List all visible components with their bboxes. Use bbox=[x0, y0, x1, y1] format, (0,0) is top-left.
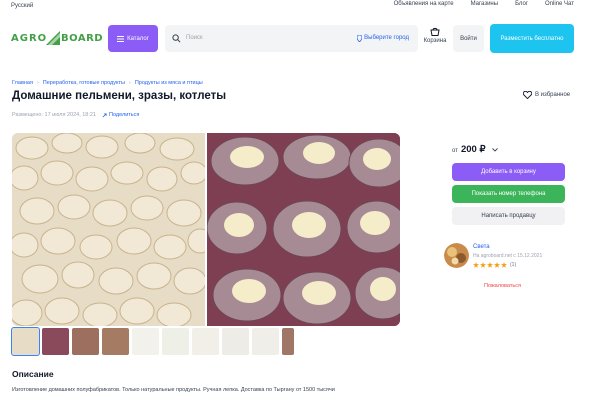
seller-since: На agroboard.net с 15.12.2021 bbox=[473, 253, 543, 259]
logo[interactable]: AGRO BOARD bbox=[11, 30, 103, 48]
breadcrumb: Главная › Переработка, готовые продукты … bbox=[12, 80, 203, 86]
complain-link[interactable]: Пожаловаться bbox=[484, 283, 521, 289]
favorite-button[interactable]: В избранное bbox=[523, 91, 570, 99]
top-links: Объявления на карте Магазины Блог Online… bbox=[394, 1, 574, 7]
avatar[interactable] bbox=[444, 243, 469, 268]
breadcrumb-separator: › bbox=[128, 80, 131, 86]
dumplings-photo[interactable] bbox=[12, 133, 205, 326]
thumbnail[interactable] bbox=[42, 328, 69, 355]
breadcrumb-item-meat-products[interactable]: Продукты из мяса и птицы bbox=[135, 80, 203, 86]
menu-icon bbox=[117, 35, 125, 42]
message-seller-button[interactable]: Написать продавцу bbox=[452, 207, 565, 225]
thumbnail[interactable] bbox=[102, 328, 129, 355]
city-selector[interactable]: Выберите город bbox=[357, 35, 409, 42]
share-label: Поделиться bbox=[109, 112, 140, 118]
description-text: Изготовление домашних полуфабрикатов. То… bbox=[12, 387, 335, 393]
post-ad-label: Разместить бесплатно bbox=[500, 35, 564, 42]
page-title: Домашние пельмени, зразы, котлеты bbox=[12, 90, 227, 102]
search-bar[interactable]: Поиск Выберите город bbox=[165, 25, 418, 52]
cart-icon bbox=[430, 27, 440, 36]
location-pin-icon bbox=[357, 35, 363, 42]
post-ad-button[interactable]: Разместить бесплатно bbox=[490, 24, 574, 53]
seller-rating: (1) bbox=[473, 262, 516, 268]
share-icon bbox=[102, 112, 107, 117]
breadcrumb-item-processing[interactable]: Переработка, готовые продукты bbox=[43, 80, 125, 86]
photo-gallery[interactable] bbox=[12, 133, 400, 326]
star-icon bbox=[501, 262, 507, 268]
thumbnail[interactable] bbox=[252, 328, 279, 355]
thumbnail[interactable] bbox=[162, 328, 189, 355]
logo-text-left: AGRO bbox=[11, 33, 48, 44]
header: AGRO BOARD Каталог Поиск Выберите город bbox=[0, 20, 596, 56]
price-card: от 200 ₽ Добавить в корзину Показать ном… bbox=[444, 133, 574, 229]
login-label: Войти bbox=[460, 35, 477, 42]
thumbnail[interactable] bbox=[132, 328, 159, 355]
search-icon bbox=[172, 34, 181, 43]
add-to-cart-button[interactable]: Добавить в корзину bbox=[452, 163, 565, 181]
link-online-chat[interactable]: Online Чат bbox=[545, 1, 574, 7]
logo-leaf-icon bbox=[46, 31, 60, 45]
search-input[interactable]: Поиск bbox=[186, 35, 203, 41]
top-bar: Русский Объявления на карте Магазины Бло… bbox=[0, 0, 596, 12]
price-prefix: от bbox=[452, 148, 458, 154]
thumbnail[interactable] bbox=[222, 328, 249, 355]
catalog-label: Каталог bbox=[127, 35, 149, 42]
thumbnail[interactable] bbox=[192, 328, 219, 355]
listing-meta: Размещено: 17 июля 2024, 18:21 Поделитьс… bbox=[12, 112, 139, 118]
logo-text-right: BOARD bbox=[61, 33, 104, 44]
description-heading: Описание bbox=[12, 369, 54, 379]
show-phone-button[interactable]: Показать номер телефона bbox=[452, 185, 565, 203]
chevron-down-icon[interactable] bbox=[491, 148, 498, 152]
link-shops[interactable]: Магазины bbox=[471, 1, 498, 7]
seller-info: Света На agroboard.net с 15.12.2021 (1) bbox=[444, 243, 574, 273]
star-icon bbox=[480, 262, 486, 268]
heart-icon bbox=[523, 91, 532, 99]
price-amount: 200 ₽ bbox=[460, 144, 486, 155]
language-selector[interactable]: Русский bbox=[11, 3, 33, 9]
zrazy-with-cheese-photo[interactable] bbox=[207, 133, 400, 326]
thumbnail-strip bbox=[11, 327, 294, 356]
thumbnail[interactable] bbox=[11, 327, 40, 356]
cart-label: Корзина bbox=[423, 38, 447, 44]
star-icon bbox=[487, 262, 493, 268]
review-count[interactable]: (1) bbox=[510, 262, 516, 268]
cart-button[interactable]: Корзина bbox=[421, 27, 449, 51]
breadcrumb-separator: › bbox=[36, 80, 39, 86]
link-blog[interactable]: Блог bbox=[515, 1, 528, 7]
city-label: Выберите город bbox=[364, 35, 409, 41]
breadcrumb-item-home[interactable]: Главная bbox=[12, 80, 33, 86]
link-map-ads[interactable]: Объявления на карте bbox=[394, 1, 454, 7]
catalog-button[interactable]: Каталог bbox=[108, 25, 158, 52]
price: от 200 ₽ bbox=[452, 144, 498, 155]
thumbnail[interactable] bbox=[72, 328, 99, 355]
star-icon bbox=[494, 262, 500, 268]
seller-name[interactable]: Света bbox=[473, 244, 490, 250]
posted-date: Размещено: 17 июля 2024, 18:21 bbox=[12, 112, 97, 118]
favorite-label: В избранное bbox=[535, 92, 571, 98]
star-icon bbox=[473, 262, 479, 268]
share-button[interactable]: Поделиться bbox=[102, 112, 139, 118]
login-button[interactable]: Войти bbox=[453, 25, 484, 52]
thumbnail[interactable] bbox=[282, 328, 294, 355]
